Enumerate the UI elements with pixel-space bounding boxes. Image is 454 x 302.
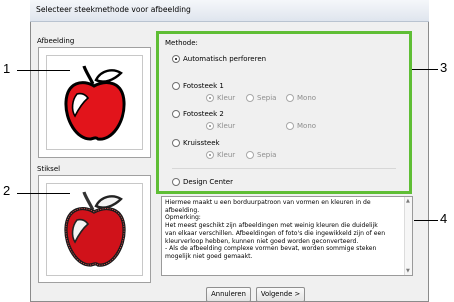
radio-kruissteek-kleur[interactable]: [206, 151, 214, 159]
callout-line-2: [17, 193, 70, 194]
sub-option-label[interactable]: Mono: [297, 122, 316, 130]
image-label: Afbeelding: [37, 37, 75, 45]
callout-1: 1: [3, 61, 11, 76]
description-box[interactable]: Hiermee maakt u een borduurpatroon van v…: [161, 196, 413, 276]
stitch-preview: [38, 175, 151, 283]
method-group-label: Methode:: [165, 39, 198, 47]
radio-fotosteek1-sepia[interactable]: [246, 94, 254, 102]
cancel-button[interactable]: Annuleren: [206, 287, 251, 302]
description-line: Het meest geschikt zijn afbeeldingen met…: [165, 222, 378, 230]
callout-line-3: [412, 69, 438, 70]
callout-4: 4: [440, 211, 448, 226]
separator: [172, 168, 396, 169]
option-label[interactable]: Design Center: [183, 178, 233, 186]
callout-line-1: [17, 70, 70, 71]
radio-fotosteek2-mono[interactable]: [286, 122, 294, 130]
radio-fotosteek2-kleur[interactable]: [206, 122, 214, 130]
radio-kruissteek-sepia[interactable]: [246, 151, 254, 159]
radio-fotosteek1-mono[interactable]: [286, 94, 294, 102]
sub-option-label[interactable]: Kleur: [217, 94, 235, 102]
radio-automatisch-perforeren[interactable]: [172, 55, 180, 63]
radio-fotosteek-2[interactable]: [172, 110, 180, 118]
description-line: mogelijk niet goed gemaakt.: [165, 252, 253, 260]
image-preview: [38, 47, 151, 158]
scroll-up-icon[interactable]: ▲: [406, 198, 410, 204]
scroll-down-icon[interactable]: ▼: [406, 268, 410, 274]
option-label[interactable]: Automatisch perforeren: [183, 55, 266, 63]
sub-option-label[interactable]: Mono: [297, 94, 316, 102]
radio-fotosteek1-kleur[interactable]: [206, 94, 214, 102]
next-button[interactable]: Volgende >: [256, 287, 305, 302]
radio-fotosteek-1[interactable]: [172, 82, 180, 90]
description-line: - Als de afbeelding complexe vormen beva…: [165, 245, 377, 253]
apple-image: [64, 65, 126, 141]
option-label[interactable]: Fotosteek 1: [183, 82, 224, 90]
description-line: Opmerking:: [165, 214, 201, 222]
callout-3: 3: [440, 60, 448, 75]
radio-kruissteek[interactable]: [172, 139, 180, 147]
sub-option-label[interactable]: Kleur: [217, 122, 235, 130]
sub-option-label[interactable]: Sepia: [257, 94, 276, 102]
stitch-label: Stiksel: [37, 165, 61, 173]
description-text: Hiermee maakt u een borduurpatroon van v…: [165, 199, 403, 261]
description-scrollbar[interactable]: ▲ ▼: [404, 197, 412, 275]
description-line: afbeelding.: [165, 206, 200, 214]
description-line: Hiermee maakt u een borduurpatroon van v…: [165, 199, 371, 206]
option-label[interactable]: Fotosteek 2: [183, 110, 224, 118]
sub-option-label[interactable]: Kleur: [217, 151, 235, 159]
callout-line-4: [414, 220, 438, 221]
window-title: Selecteer steekmethode voor afbeelding: [36, 5, 191, 14]
option-label[interactable]: Kruissteek: [183, 139, 220, 147]
description-line: van elkaar verschillen. Afbeeldingen of …: [165, 229, 386, 237]
stitched-apple-image: [64, 191, 126, 267]
sub-option-label[interactable]: Sepia: [257, 151, 276, 159]
radio-design-center[interactable]: [172, 178, 180, 186]
callout-2: 2: [3, 183, 11, 198]
description-line: kleurverloop hebben, kunnen niet goed wo…: [165, 237, 359, 245]
